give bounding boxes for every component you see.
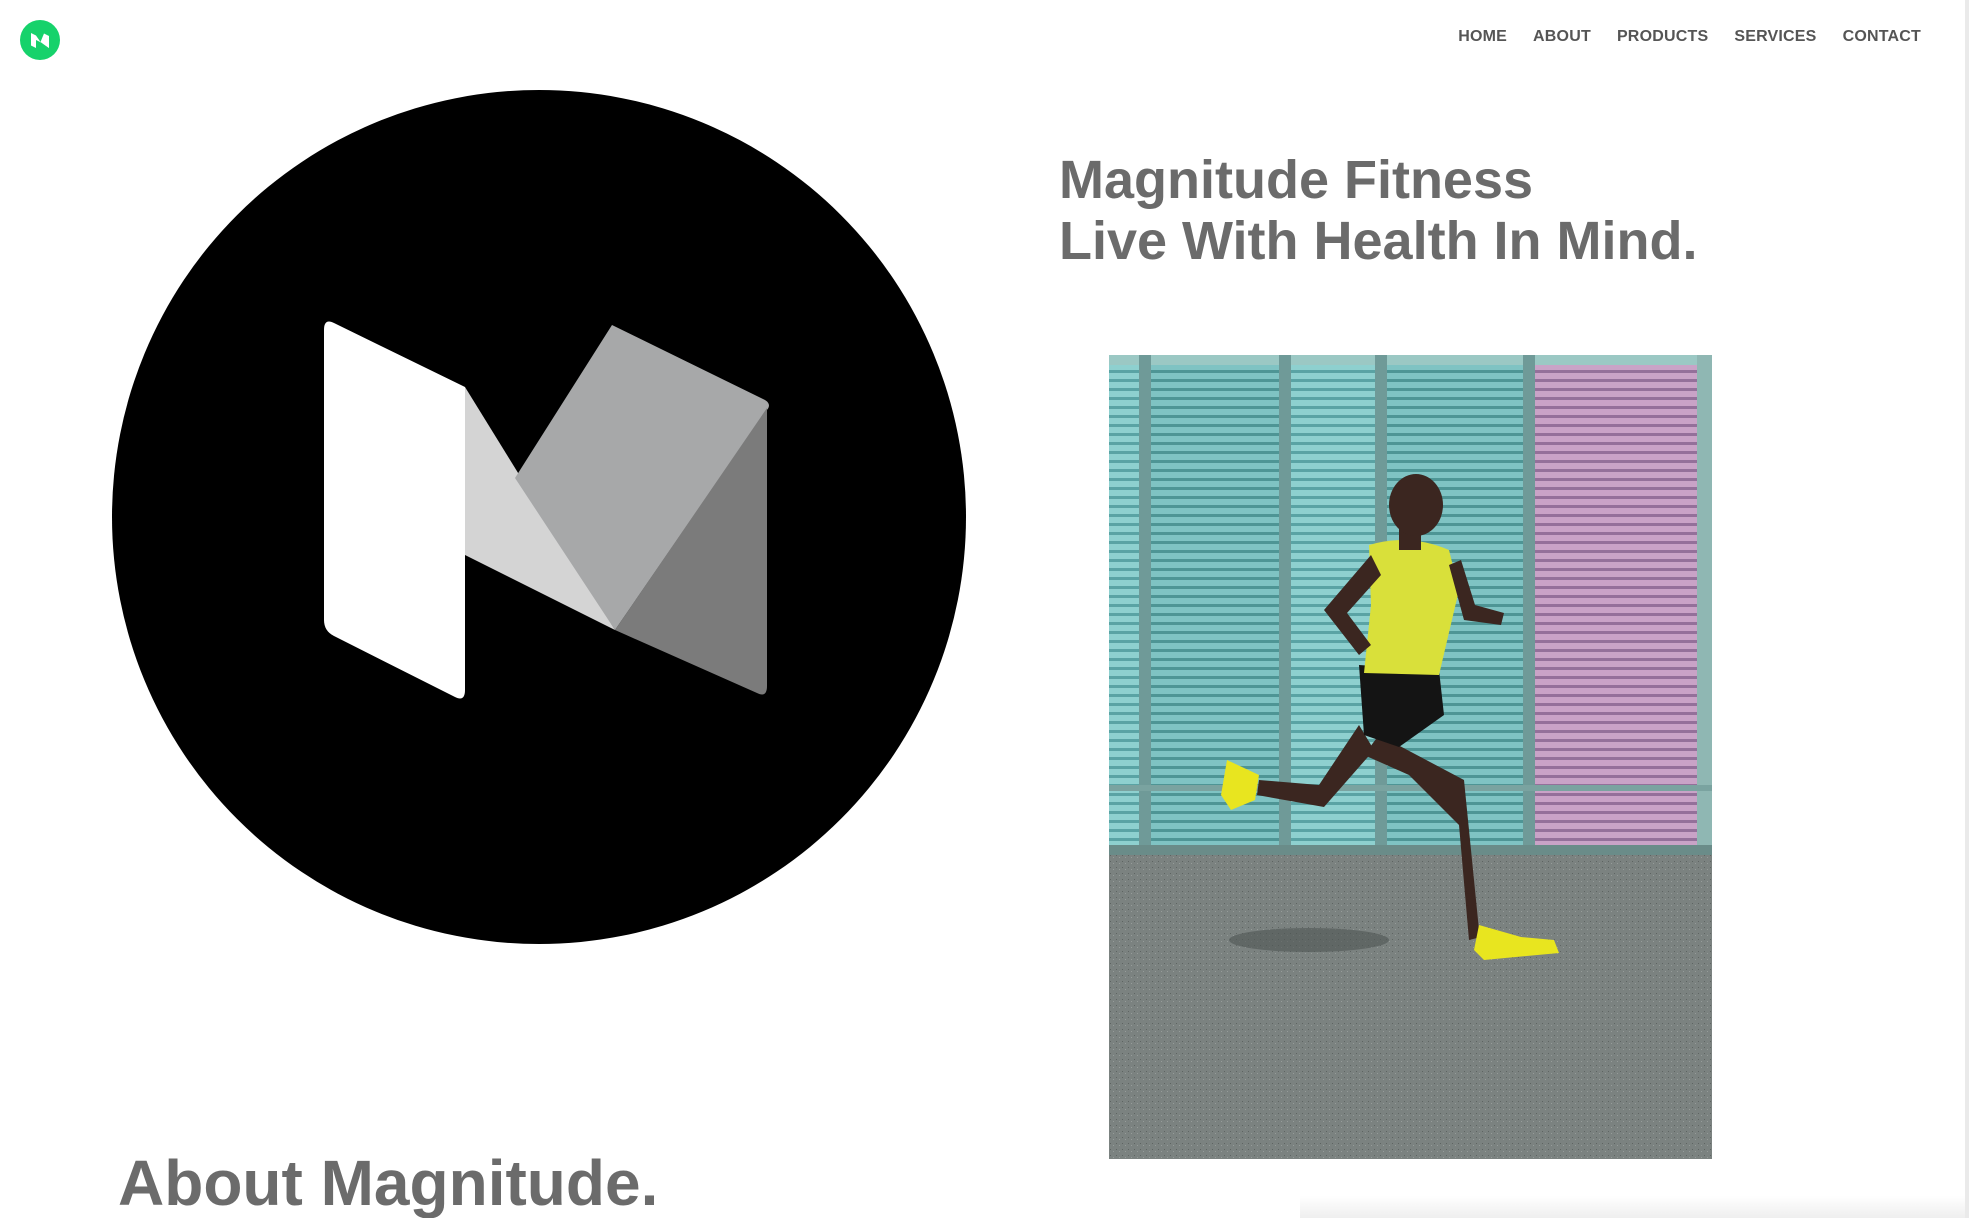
hero-text-block: Magnitude Fitness Live With Health In Mi… [1059, 150, 1879, 272]
bottom-shade [1300, 1196, 1969, 1218]
nav-contact-link[interactable]: CONTACT [1843, 28, 1921, 46]
nav-home-link[interactable]: HOME [1458, 28, 1507, 46]
magnitude-brand-mark-icon [112, 90, 966, 944]
hero-title: Magnitude Fitness [1059, 150, 1534, 210]
site-header: HOME ABOUT PRODUCTS SERVICES CONTACT [0, 0, 1969, 80]
main-nav: HOME ABOUT PRODUCTS SERVICES CONTACT [1458, 28, 1921, 46]
logo-m-glyph [31, 33, 49, 48]
runner-photo [1109, 355, 1712, 1159]
page-scrollbar[interactable] [1965, 0, 1969, 1218]
page: HOME ABOUT PRODUCTS SERVICES CONTACT Mag… [0, 0, 1969, 1218]
nav-services-link[interactable]: SERVICES [1734, 28, 1816, 46]
about-heading: About Magnitude. [118, 1147, 659, 1218]
nav-about-link[interactable]: ABOUT [1533, 28, 1591, 46]
hero-tagline: Live With Health In Mind. [1059, 211, 1698, 271]
magnitude-logo-icon[interactable] [20, 20, 60, 60]
nav-products-link[interactable]: PRODUCTS [1617, 28, 1708, 46]
